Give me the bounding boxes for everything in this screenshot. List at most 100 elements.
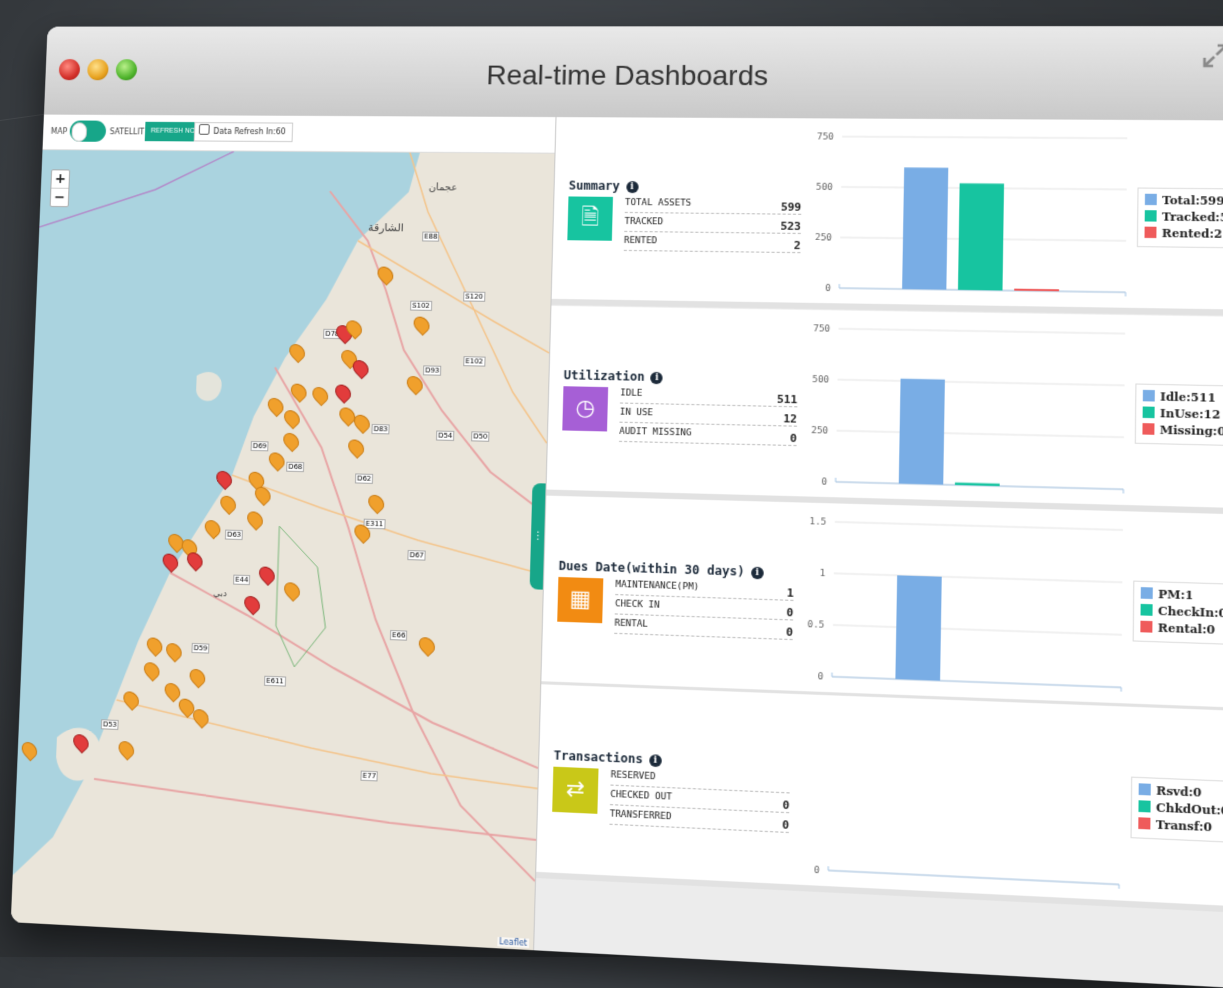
stat-label: IN USE xyxy=(619,407,654,419)
y-tick-label: 0 xyxy=(825,284,831,294)
stat-value: 0 xyxy=(782,798,790,813)
zoom-out-button[interactable]: − xyxy=(51,189,69,207)
info-icon[interactable]: i xyxy=(625,181,639,194)
card-title: Utilization i xyxy=(563,368,664,385)
stat-value: 523 xyxy=(780,219,802,233)
legend-swatch xyxy=(1140,620,1153,633)
road-label: D53 xyxy=(100,719,119,730)
stat-label: RESERVED xyxy=(610,770,656,783)
map-canvas[interactable]: + − عجمان الشارقة دبي E88 S102 S120 D78 … xyxy=(10,150,555,951)
stat-row: TRACKED 523 xyxy=(624,213,802,234)
y-tick-label: 500 xyxy=(816,183,833,193)
stat-card-row: Utilization i ◷ IDLE 511 IN USE 12 AUDIT MISSIN… xyxy=(546,305,1223,515)
legend-item[interactable]: Rented:2 xyxy=(1144,226,1223,244)
road-label: D59 xyxy=(191,642,210,654)
stat-card-row: Summary i 🗎 TOTAL ASSETS 599 TRACKED 523 RENTED… xyxy=(551,117,1223,316)
road-label: E611 xyxy=(264,675,286,687)
legend-item[interactable]: Rental:0 xyxy=(1140,620,1223,640)
satellite-toggle-label: SATELLITE xyxy=(109,127,150,137)
legend-item[interactable]: Transf:0 xyxy=(1138,816,1223,837)
road-label: D69 xyxy=(250,441,269,452)
map-satellite-toggle[interactable] xyxy=(69,120,107,142)
chart-legend: Idle:511 InUse:12 Missing:0 xyxy=(1134,383,1223,447)
window-title: Real-time Dashboards xyxy=(485,59,769,92)
stat-label: TOTAL ASSETS xyxy=(624,197,692,209)
card-title-text: Utilization xyxy=(563,368,645,384)
x-axis xyxy=(832,673,1121,692)
road-label: D93 xyxy=(423,365,442,376)
card-title: Summary i xyxy=(569,179,639,194)
stat-value: 0 xyxy=(785,625,793,640)
stat-label: MAINTENANCE(PM) xyxy=(615,579,700,593)
stat-value: 2 xyxy=(793,238,801,253)
bar-chart: 0 xyxy=(814,694,1132,901)
road-label: E88 xyxy=(422,231,440,242)
gridline xyxy=(834,573,1123,582)
stat-value: 1 xyxy=(786,586,794,600)
legend-swatch xyxy=(1144,226,1157,239)
legend-swatch xyxy=(1138,800,1151,813)
stat-row: IDLE 511 xyxy=(619,385,798,408)
legend-swatch xyxy=(1140,603,1153,616)
legend-label: Tracked:523 xyxy=(1161,210,1223,225)
y-tick-label: 500 xyxy=(812,375,829,386)
bar-chart: 0 250 500 750 xyxy=(811,324,1136,505)
clock-icon: ◷ xyxy=(562,386,609,432)
gridline xyxy=(835,522,1123,530)
zoom-control: + − xyxy=(49,169,71,208)
bar-chart: 0 0.5 1 1.5 xyxy=(807,517,1134,704)
legend-item[interactable]: Total:599 xyxy=(1144,193,1223,210)
info-icon[interactable]: i xyxy=(750,566,764,580)
stat-label: IDLE xyxy=(620,388,643,399)
road-label: D83 xyxy=(371,424,390,435)
road-label: D63 xyxy=(224,529,244,541)
stat-value: 12 xyxy=(783,412,798,426)
card-title-text: Dues Date(within 30 days) xyxy=(558,558,745,579)
gridline xyxy=(837,431,1124,438)
legend-label: CheckIn:0 xyxy=(1157,604,1223,621)
zoom-in-button[interactable]: + xyxy=(51,170,70,189)
checkbox-icon xyxy=(198,124,210,135)
legend-item[interactable]: Tracked:523 xyxy=(1144,209,1223,227)
y-tick-label: 1.5 xyxy=(809,517,826,528)
legend-swatch xyxy=(1142,423,1155,435)
legend-item[interactable]: Missing:0 xyxy=(1142,422,1223,441)
data-refresh-checkbox[interactable]: Data Refresh In:60 xyxy=(193,122,293,143)
road-label: E44 xyxy=(233,574,251,586)
stat-label: AUDIT MISSING xyxy=(619,426,692,439)
y-tick-label: 250 xyxy=(815,233,832,244)
stat-value: 0 xyxy=(786,605,794,620)
legend-label: Rental:0 xyxy=(1157,621,1216,637)
stat-row: TOTAL ASSETS 599 xyxy=(624,195,802,215)
y-tick-label: 1 xyxy=(820,569,826,580)
road-label: D50 xyxy=(471,431,490,442)
bar-chart: 0 250 500 750 xyxy=(815,132,1138,308)
gridline xyxy=(833,625,1122,635)
stat-row: AUDIT MISSING 0 xyxy=(619,423,797,447)
legend-swatch xyxy=(1138,817,1151,830)
toggle-knob xyxy=(71,122,88,142)
bar-pm xyxy=(895,575,942,681)
legend-swatch xyxy=(1144,193,1157,206)
info-icon[interactable]: i xyxy=(650,371,664,385)
y-tick-label: 0 xyxy=(814,865,820,876)
legend-item[interactable]: InUse:12 xyxy=(1142,405,1223,423)
dashboard-window: Real-time Dashboards MAP SATELLITE REFRE… xyxy=(10,26,1223,988)
data-refresh-label: Data Refresh In:60 xyxy=(213,127,286,137)
legend-swatch xyxy=(1140,587,1153,600)
expand-icon[interactable] xyxy=(1201,42,1223,69)
x-axis xyxy=(836,478,1124,494)
leaflet-attribution[interactable]: Leaflet xyxy=(497,936,530,948)
stat-row: RENTED 2 xyxy=(623,232,801,254)
legend-label: Missing:0 xyxy=(1159,423,1223,439)
place-label-ajman: عجمان xyxy=(428,182,458,194)
legend-label: ChkdOut:0 xyxy=(1155,801,1223,819)
bar-idle xyxy=(898,378,945,485)
bar-total xyxy=(902,167,949,290)
card-title-text: Summary xyxy=(568,178,621,193)
legend-label: Transf:0 xyxy=(1155,818,1213,835)
info-icon[interactable]: i xyxy=(648,754,662,768)
legend-item[interactable]: Idle:511 xyxy=(1142,389,1223,407)
stat-label: RENTED xyxy=(623,235,658,247)
legend-label: Total:599 xyxy=(1162,193,1223,208)
